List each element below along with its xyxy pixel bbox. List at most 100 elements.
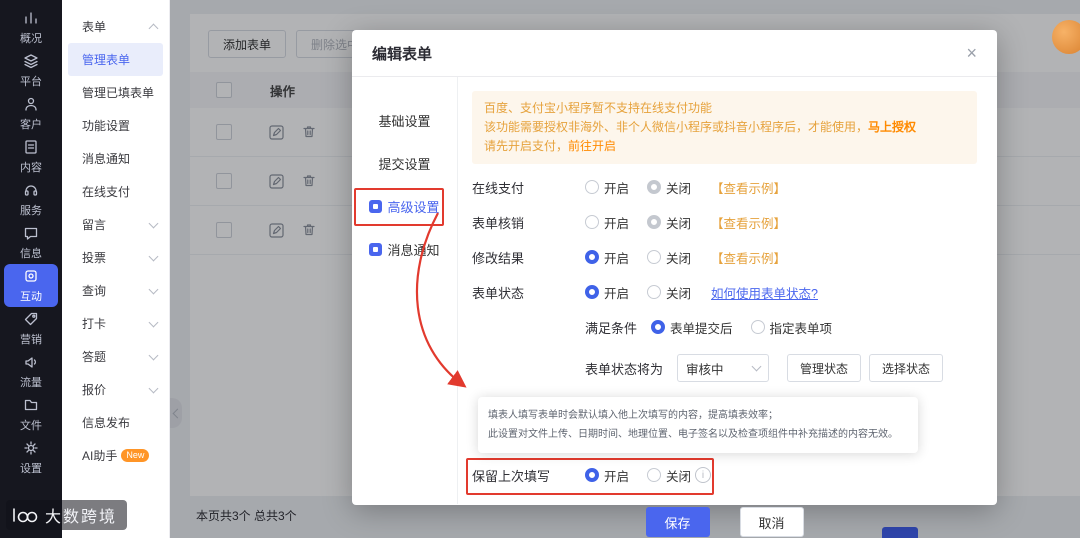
keep-last-tooltip: 填表人填写表单时会默认填入他上次填写的内容，提高填表效率； 此设置对文件上传、日…	[478, 397, 918, 453]
submenu-group-query[interactable]: 查询	[62, 274, 169, 307]
field-status-will-be: 表单状态将为 审核中 管理状态 选择状态	[472, 353, 977, 383]
sidebar-item-interaction[interactable]: 互动	[4, 264, 58, 307]
chevron-up-icon	[148, 23, 159, 33]
submenu-item-manage-forms[interactable]: 管理表单	[68, 43, 163, 76]
enable-payment-link[interactable]: 前往开启	[568, 139, 616, 153]
submenu-group-votes[interactable]: 投票	[62, 241, 169, 274]
submenu-group-checkin[interactable]: 打卡	[62, 307, 169, 340]
radio-off[interactable]: 关闭	[647, 466, 691, 485]
user-avatar[interactable]	[1052, 20, 1080, 54]
submenu-label: 在线支付	[82, 185, 131, 199]
submenu-group-quiz[interactable]: 答题	[62, 340, 169, 373]
field-status-condition: 满足条件 表单提交后 指定表单项	[472, 315, 977, 339]
edit-form-dialog: 编辑表单 × 基础设置 提交设置 高级设置 消息通知 百度、支付宝小程序暂不支持…	[352, 30, 997, 537]
submenu-group-quotation[interactable]: 报价	[62, 373, 169, 406]
secondary-sidebar: 表单 管理表单 管理已填表单 功能设置 消息通知 在线支付 留言 投票 查询 打…	[62, 0, 170, 538]
sidebar-item-traffic[interactable]: 流量	[4, 350, 58, 393]
sidebar-item-messages[interactable]: 信息	[4, 221, 58, 264]
sidebar-item-platform[interactable]: 平台	[4, 49, 58, 92]
dialog-footer: 保存 取消	[472, 507, 977, 537]
radio-off[interactable]: 关闭	[647, 283, 691, 302]
radio-icon	[651, 320, 666, 334]
view-example-link[interactable]: 【查看示例】	[711, 248, 786, 267]
submenu-label: 查询	[82, 284, 107, 298]
submenu-item-manage-filled-forms[interactable]: 管理已填表单	[62, 76, 169, 109]
close-icon[interactable]: ×	[966, 44, 977, 62]
tab-label: 高级设置	[387, 200, 440, 215]
choose-status-button[interactable]: 选择状态	[869, 354, 944, 382]
radio-specified-item[interactable]: 指定表单项	[750, 318, 832, 337]
radio-on[interactable]: 开启	[585, 178, 629, 197]
form-status-help-link[interactable]: 如何使用表单状态?	[711, 283, 818, 302]
advanced-settings-pane: 百度、支付宝小程序暂不支持在线支付功能 该功能需要授权非海外、非个人微信小程序或…	[458, 77, 997, 537]
payment-notice: 百度、支付宝小程序暂不支持在线支付功能 该功能需要授权非海外、非个人微信小程序或…	[472, 91, 977, 164]
radio-on[interactable]: 开启	[585, 466, 629, 485]
manage-status-button[interactable]: 管理状态	[787, 354, 862, 382]
sidebar-item-services[interactable]: 服务	[4, 178, 58, 221]
field-label: 表单状态将为	[585, 361, 664, 377]
field-label: 修改结果	[472, 250, 525, 266]
submenu-item-ai-assistant[interactable]: AI助手 New	[62, 439, 169, 472]
tab-advanced-settings[interactable]: 高级设置	[352, 185, 457, 228]
sidebar-item-overview[interactable]: 概况	[4, 6, 58, 49]
view-example-link[interactable]: 【查看示例】	[711, 213, 786, 232]
radio-off[interactable]: 关闭	[647, 178, 691, 197]
sidebar-item-files[interactable]: 文件	[4, 393, 58, 436]
radio-icon	[750, 320, 765, 334]
submenu-label: 投票	[82, 251, 107, 265]
radio-on[interactable]: 开启	[585, 213, 629, 232]
radio-off[interactable]: 关闭	[647, 248, 691, 267]
info-icon[interactable]: i	[695, 467, 712, 483]
brand-watermark: 大数跨境	[6, 500, 128, 530]
message-icon	[23, 225, 39, 246]
sidebar-item-label: 流量	[20, 377, 42, 389]
tab-submit-settings[interactable]: 提交设置	[352, 142, 457, 185]
submenu-item-message-notify[interactable]: 消息通知	[62, 142, 169, 175]
field-keep-last-fill: 保留上次填写 开启 关闭 i	[466, 458, 977, 495]
radio-after-submit[interactable]: 表单提交后	[651, 318, 733, 337]
field-modify-result: 修改结果 开启 关闭 【查看示例】	[472, 245, 977, 269]
submenu-item-feature-settings[interactable]: 功能设置	[62, 109, 169, 142]
dialog-header: 编辑表单 ×	[352, 30, 997, 77]
save-button[interactable]: 保存	[645, 507, 710, 537]
sidebar-item-label: 概况	[20, 33, 42, 45]
sidebar-item-marketing[interactable]: 营销	[4, 307, 58, 350]
radio-icon	[585, 285, 599, 299]
submenu-label: 消息通知	[82, 152, 131, 166]
megaphone-icon	[23, 354, 39, 375]
submenu-label: 管理已填表单	[82, 86, 155, 100]
folder-icon	[23, 397, 39, 418]
radio-on[interactable]: 开启	[585, 248, 629, 267]
sidebar-item-settings[interactable]: 设置	[4, 436, 58, 479]
submenu-label: 管理表单	[82, 53, 131, 67]
view-example-link[interactable]: 【查看示例】	[711, 178, 786, 197]
status-select[interactable]: 审核中	[677, 354, 770, 382]
notice-line: 请先开启支付，前往开启	[484, 139, 617, 153]
tab-basic-settings[interactable]: 基础设置	[352, 99, 457, 142]
radio-icon	[647, 250, 662, 264]
chevron-down-icon	[148, 383, 159, 393]
authorize-link[interactable]: 马上授权	[868, 120, 916, 134]
submenu-group-comments[interactable]: 留言	[62, 208, 169, 241]
submenu-item-info-publish[interactable]: 信息发布	[62, 406, 169, 439]
submenu-group-forms[interactable]: 表单	[62, 10, 169, 43]
radio-off[interactable]: 关闭	[647, 213, 691, 232]
radio-icon	[585, 468, 599, 482]
cancel-button[interactable]: 取消	[739, 507, 804, 537]
radio-icon	[585, 180, 599, 194]
dialog-tabs: 基础设置 提交设置 高级设置 消息通知	[352, 77, 458, 504]
radio-icon	[647, 215, 662, 229]
tab-new-icon	[369, 243, 383, 256]
chart-icon	[23, 10, 39, 31]
radio-on[interactable]: 开启	[585, 283, 629, 302]
sidebar-item-label: 内容	[20, 162, 42, 174]
submenu-item-online-payment[interactable]: 在线支付	[62, 175, 169, 208]
tab-message-notify[interactable]: 消息通知	[352, 228, 457, 271]
sidebar-item-label: 互动	[20, 291, 42, 303]
primary-sidebar: 概况 平台 客户 内容 服务 信息 互动 营销 流量 文件 设置	[0, 0, 62, 538]
tag-icon	[23, 311, 39, 332]
chevron-down-icon	[148, 317, 159, 327]
sidebar-item-label: 平台	[20, 76, 42, 88]
sidebar-item-content[interactable]: 内容	[4, 135, 58, 178]
sidebar-item-customers[interactable]: 客户	[4, 92, 58, 135]
